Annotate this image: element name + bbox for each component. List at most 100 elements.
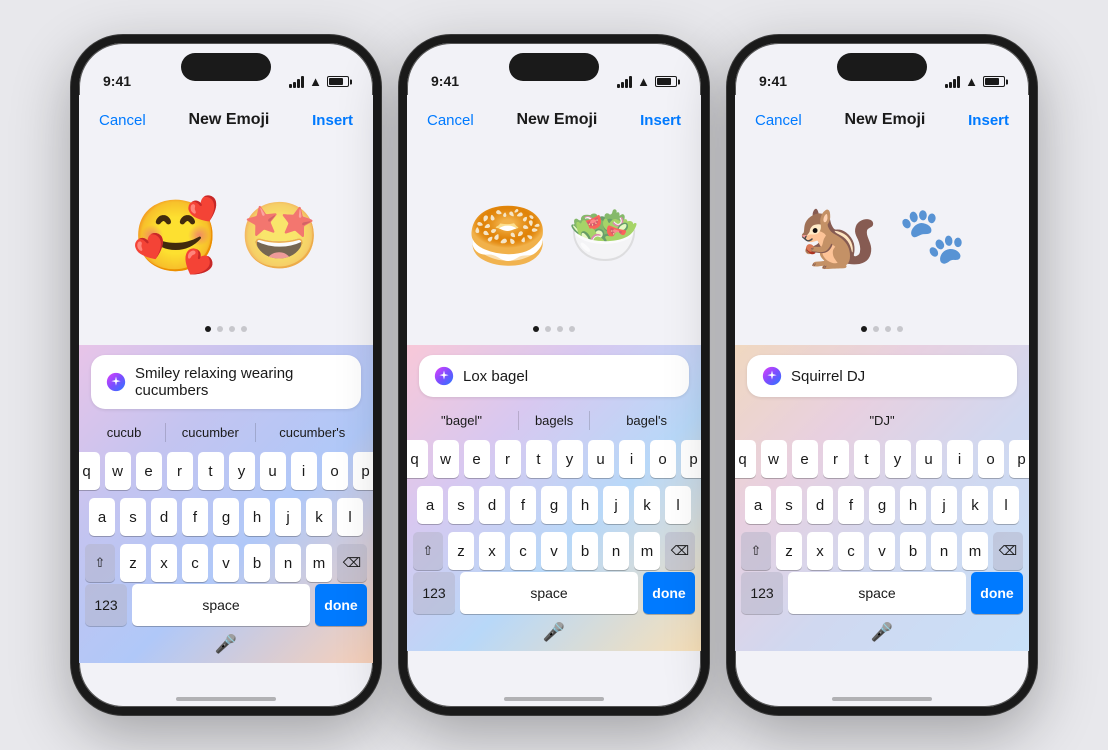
- key-g-2[interactable]: g: [541, 486, 567, 524]
- cancel-button-3[interactable]: Cancel: [755, 112, 802, 129]
- key-y-2[interactable]: y: [557, 440, 583, 478]
- key-c-1[interactable]: c: [182, 544, 208, 582]
- key-r-2[interactable]: r: [495, 440, 521, 478]
- input-container-3[interactable]: Squirrel DJ: [747, 355, 1017, 397]
- key-done-2[interactable]: done: [643, 572, 695, 614]
- key-i-2[interactable]: i: [619, 440, 645, 478]
- key-l-3[interactable]: l: [993, 486, 1019, 524]
- key-space-1[interactable]: space: [132, 584, 310, 626]
- key-v-3[interactable]: v: [869, 532, 895, 570]
- key-delete-2[interactable]: ⌫: [665, 532, 695, 570]
- emoji-lox-bagel[interactable]: 🥯: [467, 203, 548, 268]
- key-c-2[interactable]: c: [510, 532, 536, 570]
- key-w-3[interactable]: w: [761, 440, 787, 478]
- key-i-3[interactable]: i: [947, 440, 973, 478]
- key-delete-3[interactable]: ⌫: [993, 532, 1023, 570]
- key-u-1[interactable]: u: [260, 452, 286, 490]
- key-n-1[interactable]: n: [275, 544, 301, 582]
- key-delete-1[interactable]: ⌫: [337, 544, 367, 582]
- key-x-2[interactable]: x: [479, 532, 505, 570]
- key-num-2[interactable]: 123: [413, 572, 455, 614]
- key-q-1[interactable]: q: [74, 452, 100, 490]
- key-h-2[interactable]: h: [572, 486, 598, 524]
- key-m-1[interactable]: m: [306, 544, 332, 582]
- emoji-cucumber-dizzy[interactable]: 🤩: [239, 203, 320, 268]
- key-x-1[interactable]: x: [151, 544, 177, 582]
- key-t-2[interactable]: t: [526, 440, 552, 478]
- key-z-2[interactable]: z: [448, 532, 474, 570]
- key-y-1[interactable]: y: [229, 452, 255, 490]
- key-f-1[interactable]: f: [182, 498, 208, 536]
- key-num-3[interactable]: 123: [741, 572, 783, 614]
- key-r-1[interactable]: r: [167, 452, 193, 490]
- key-r-3[interactable]: r: [823, 440, 849, 478]
- key-t-3[interactable]: t: [854, 440, 880, 478]
- key-s-1[interactable]: s: [120, 498, 146, 536]
- key-g-3[interactable]: g: [869, 486, 895, 524]
- key-space-3[interactable]: space: [788, 572, 966, 614]
- key-j-1[interactable]: j: [275, 498, 301, 536]
- key-shift-1[interactable]: ⇧: [85, 544, 115, 582]
- key-l-2[interactable]: l: [665, 486, 691, 524]
- emoji-bagel-2[interactable]: 🥗: [568, 207, 640, 265]
- key-space-2[interactable]: space: [460, 572, 638, 614]
- key-l-1[interactable]: l: [337, 498, 363, 536]
- emoji-cucumber-smiley[interactable]: 🥰: [132, 201, 219, 271]
- key-f-3[interactable]: f: [838, 486, 864, 524]
- key-c-3[interactable]: c: [838, 532, 864, 570]
- key-d-1[interactable]: d: [151, 498, 177, 536]
- key-p-2[interactable]: p: [681, 440, 707, 478]
- key-h-3[interactable]: h: [900, 486, 926, 524]
- key-e-2[interactable]: e: [464, 440, 490, 478]
- input-container-1[interactable]: Smiley relaxing wearing cucumbers: [91, 355, 361, 409]
- cancel-button-1[interactable]: Cancel: [99, 112, 146, 129]
- key-w-2[interactable]: w: [433, 440, 459, 478]
- key-done-3[interactable]: done: [971, 572, 1023, 614]
- emoji-squirrel-2[interactable]: 🐾: [898, 208, 966, 263]
- key-j-2[interactable]: j: [603, 486, 629, 524]
- input-container-2[interactable]: Lox bagel: [419, 355, 689, 397]
- key-s-2[interactable]: s: [448, 486, 474, 524]
- key-o-1[interactable]: o: [322, 452, 348, 490]
- key-k-2[interactable]: k: [634, 486, 660, 524]
- key-e-3[interactable]: e: [792, 440, 818, 478]
- insert-button-3[interactable]: Insert: [968, 112, 1009, 129]
- key-g-1[interactable]: g: [213, 498, 239, 536]
- key-shift-2[interactable]: ⇧: [413, 532, 443, 570]
- autocomplete-2-2[interactable]: bagels: [518, 411, 590, 430]
- key-p-3[interactable]: p: [1009, 440, 1035, 478]
- autocomplete-3-1[interactable]: "DJ": [861, 411, 902, 430]
- key-m-3[interactable]: m: [962, 532, 988, 570]
- key-v-2[interactable]: v: [541, 532, 567, 570]
- key-b-2[interactable]: b: [572, 532, 598, 570]
- insert-button-1[interactable]: Insert: [312, 112, 353, 129]
- key-d-2[interactable]: d: [479, 486, 505, 524]
- key-e-1[interactable]: e: [136, 452, 162, 490]
- mic-icon-1[interactable]: 🎤: [215, 634, 237, 655]
- key-m-2[interactable]: m: [634, 532, 660, 570]
- key-f-2[interactable]: f: [510, 486, 536, 524]
- key-w-1[interactable]: w: [105, 452, 131, 490]
- key-z-1[interactable]: z: [120, 544, 146, 582]
- key-z-3[interactable]: z: [776, 532, 802, 570]
- cancel-button-2[interactable]: Cancel: [427, 112, 474, 129]
- key-k-3[interactable]: k: [962, 486, 988, 524]
- mic-icon-2[interactable]: 🎤: [543, 622, 565, 643]
- key-a-1[interactable]: a: [89, 498, 115, 536]
- key-n-3[interactable]: n: [931, 532, 957, 570]
- key-q-2[interactable]: q: [402, 440, 428, 478]
- autocomplete-2-1[interactable]: "bagel": [433, 411, 490, 430]
- insert-button-2[interactable]: Insert: [640, 112, 681, 129]
- key-v-1[interactable]: v: [213, 544, 239, 582]
- key-s-3[interactable]: s: [776, 486, 802, 524]
- key-o-3[interactable]: o: [978, 440, 1004, 478]
- key-d-3[interactable]: d: [807, 486, 833, 524]
- key-p-1[interactable]: p: [353, 452, 379, 490]
- key-i-1[interactable]: i: [291, 452, 317, 490]
- key-done-1[interactable]: done: [315, 584, 367, 626]
- key-t-1[interactable]: t: [198, 452, 224, 490]
- key-n-2[interactable]: n: [603, 532, 629, 570]
- key-k-1[interactable]: k: [306, 498, 332, 536]
- key-a-3[interactable]: a: [745, 486, 771, 524]
- key-b-3[interactable]: b: [900, 532, 926, 570]
